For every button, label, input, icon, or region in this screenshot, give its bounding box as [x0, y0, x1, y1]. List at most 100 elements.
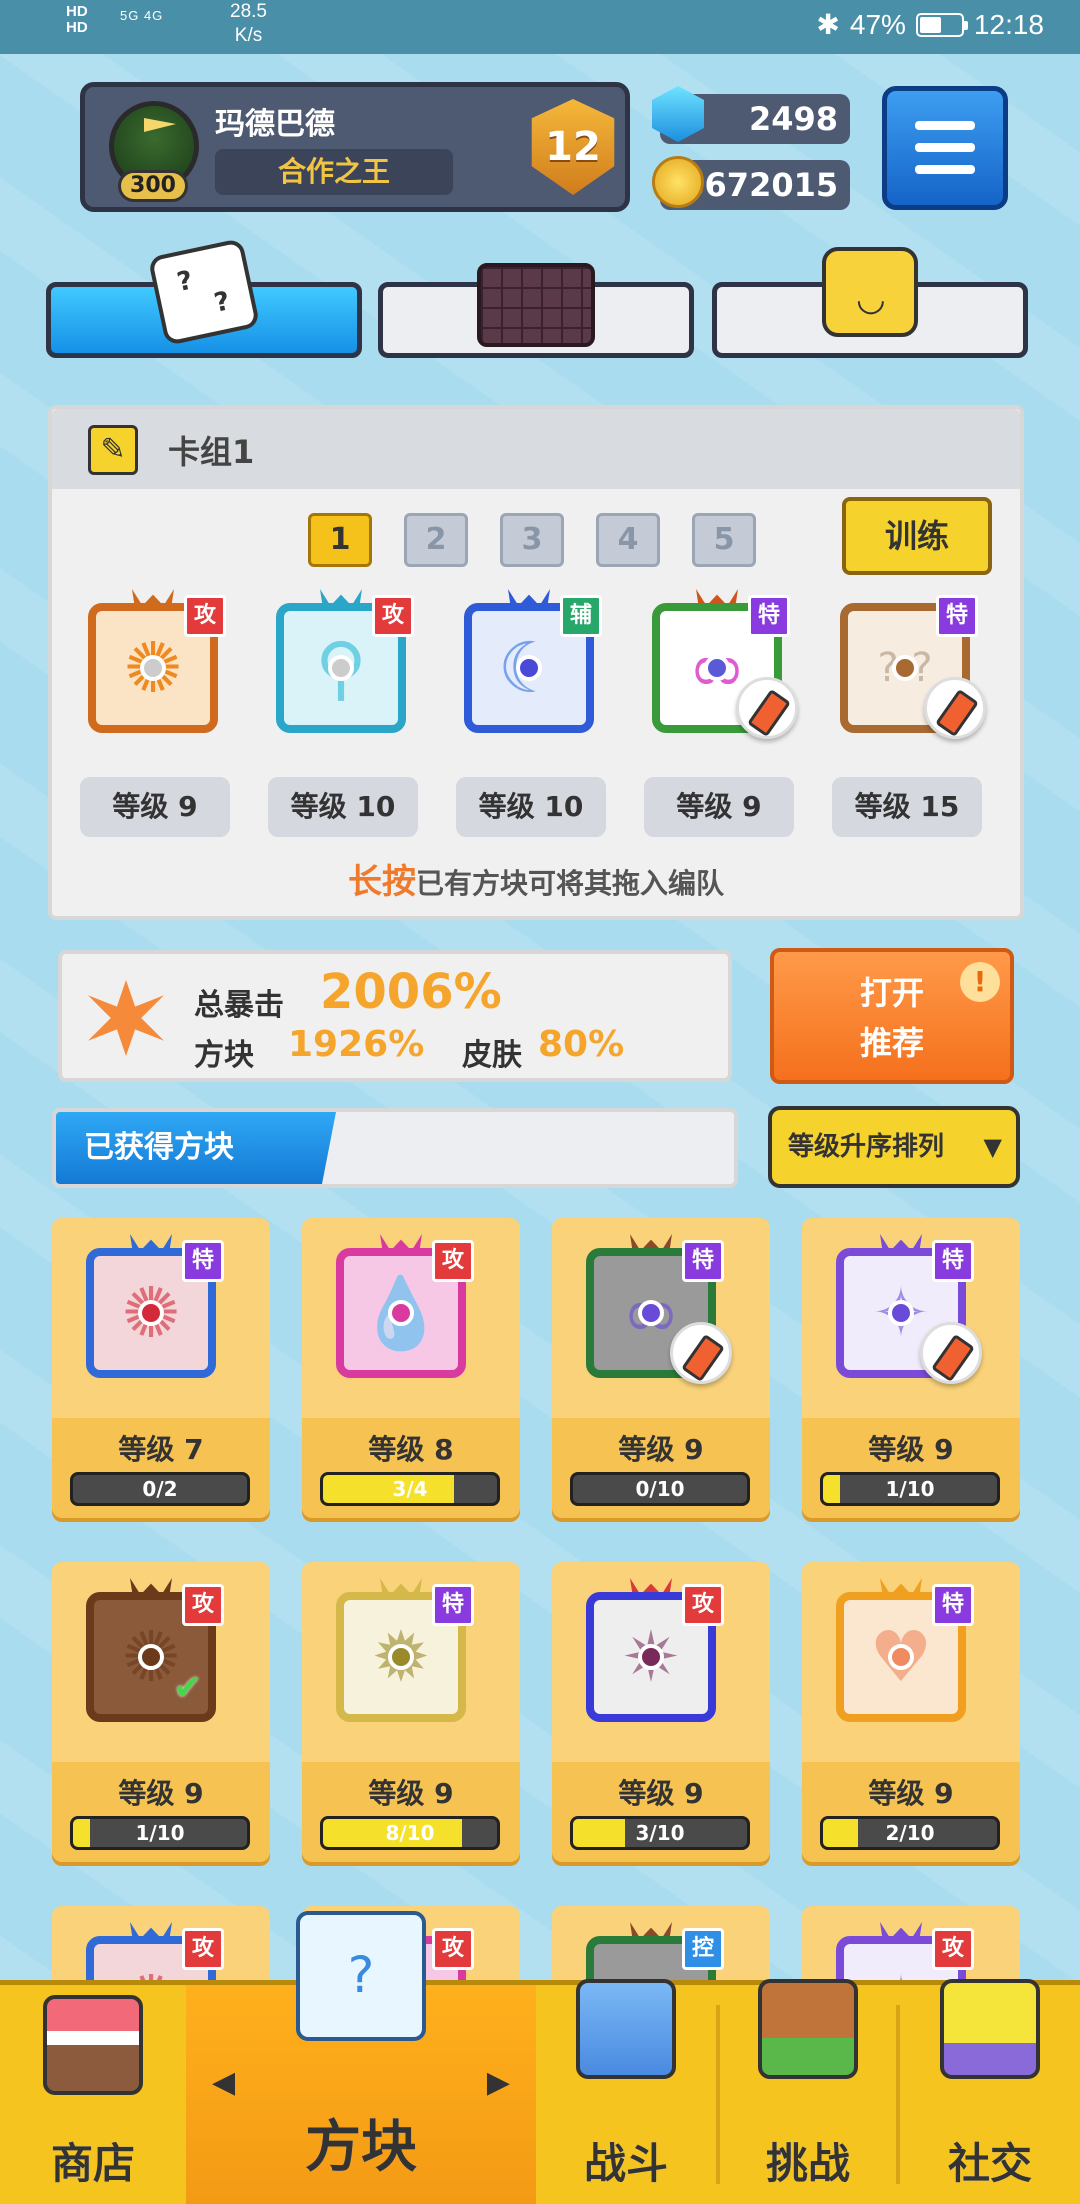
block-card[interactable]: ✷攻等级 9 3/10 — [552, 1562, 770, 1862]
nav-shop[interactable]: 商店 — [0, 1985, 186, 2204]
block-level: 等级 7 — [118, 1433, 204, 1466]
nav-social[interactable]: 社交 — [900, 1979, 1080, 2204]
type-tag: 特 — [932, 1584, 974, 1626]
battery-icon — [915, 12, 968, 37]
block-progress-text: 2/10 — [885, 1821, 935, 1845]
nav-blocks-label: 方块 — [305, 2115, 417, 2180]
nav-social-label: 社交 — [947, 2139, 1032, 2188]
battery-percent: 47% — [849, 8, 906, 40]
block-card[interactable]: ✺✔攻等级 91/10 — [52, 1562, 270, 1862]
network-indicator: 5G 4G — [120, 8, 164, 23]
block-progress-text: 1/10 — [885, 1477, 935, 1501]
tab-blocks[interactable] — [46, 238, 362, 358]
type-tag: 攻 — [432, 1240, 474, 1282]
type-tag: 控 — [682, 1928, 724, 1970]
block-card[interactable]: ∞✔特等级 9 0/10 — [552, 1218, 770, 1518]
type-tag: 攻 — [432, 1928, 474, 1970]
type-tag: 攻 — [182, 1928, 224, 1970]
battle-icon — [576, 1979, 676, 2079]
type-tag: 攻 — [932, 1928, 974, 1970]
block-tile: ✺✔攻 — [76, 1578, 226, 1728]
block-card[interactable]: 💧攻等级 8 3/4 — [302, 1218, 520, 1518]
block-tile: ✹特 — [326, 1578, 476, 1728]
check-icon: ✔ — [173, 1668, 203, 1708]
block-progress-text: 3/4 — [392, 1477, 428, 1501]
status-bar: HD HD 5G 4G 28.5 K/s ✱ 47% 12:18 — [0, 0, 1080, 54]
block-progress-bar: 0/10 — [570, 1472, 750, 1506]
coin-icon — [652, 156, 704, 208]
player-profile[interactable]: 300 玛德巴德 合作之王 12 — [80, 82, 630, 212]
remove-icon[interactable] — [924, 677, 986, 739]
block-level: 等级 8 — [368, 1433, 454, 1466]
deck-card-level: 等级 9 — [80, 777, 230, 837]
crit-panel: 总暴击 2006% 方块 1926% 皮肤 80% — [58, 950, 732, 1082]
shop-icon — [43, 1995, 143, 2095]
type-tag: 特 — [932, 1240, 974, 1282]
block-card[interactable]: ✺特等级 7 0/2 — [52, 1218, 270, 1518]
avatar[interactable]: 300 — [109, 101, 199, 202]
block-tile: ✷攻 — [576, 1578, 726, 1728]
block-progress-text: 1/10 — [135, 1821, 185, 1845]
sort-label: 等级升序排列 — [788, 1132, 945, 1162]
emoji-icon — [822, 247, 918, 337]
deck-page-2[interactable]: 2 — [404, 513, 468, 567]
menu-button[interactable] — [882, 86, 1008, 210]
social-icon — [940, 1979, 1040, 2079]
skin-crit-value: 80% — [538, 1024, 625, 1065]
nav-blocks[interactable]: ◀ ? ▶ 方块 — [186, 1911, 536, 2204]
deck-page-5[interactable]: 5 — [692, 513, 756, 567]
deck-card-3[interactable]: ☾ 辅 — [454, 589, 604, 739]
rank-badge[interactable]: 12 — [531, 99, 615, 195]
nav-right-arrow-icon[interactable]: ▶ — [487, 2065, 510, 2100]
nav-left-arrow-icon[interactable]: ◀ — [212, 2065, 235, 2100]
deck-card-level: 等级 15 — [832, 777, 982, 837]
block-card[interactable]: ✹特等级 9 8/10 — [302, 1562, 520, 1862]
alert-icon: ! — [960, 962, 1000, 1002]
block-progress-bar: 3/4 — [320, 1472, 500, 1506]
type-tag: 特 — [182, 1240, 224, 1282]
nav-battle[interactable]: 战斗 — [536, 1979, 716, 2204]
deck-page-3[interactable]: 3 — [500, 513, 564, 567]
deck-panel: ✎ 卡组1 1 2 3 4 5 训练 ✺ 攻 ⚲ 攻 ☾ 辅 ∞ 特 ? ? 特… — [48, 405, 1024, 920]
dice-icon — [147, 238, 261, 346]
type-tag: 特 — [748, 595, 790, 637]
remove-icon[interactable] — [736, 677, 798, 739]
type-tag: 特 — [432, 1584, 474, 1626]
deck-page-4[interactable]: 4 — [596, 513, 660, 567]
bottom-nav: 商店 ◀ ? ▶ 方块 战斗 挑战 社交 — [0, 1911, 1080, 2204]
remove-icon[interactable] — [920, 1322, 982, 1384]
deck-card-4[interactable]: ∞ 特 — [642, 589, 798, 739]
block-progress-bar: 1/10 — [70, 1816, 250, 1850]
nav-battle-label: 战斗 — [583, 2139, 668, 2188]
train-button[interactable]: 训练 — [842, 497, 992, 575]
status-right: ✱ 47% 12:18 — [816, 8, 1044, 41]
block-tile: ∞✔特 — [576, 1234, 732, 1384]
deck-card-1[interactable]: ✺ 攻 — [78, 589, 228, 739]
block-level: 等级 9 — [618, 1777, 704, 1810]
challenge-icon — [758, 1979, 858, 2079]
block-card[interactable]: ✧特等级 9 1/10 — [802, 1218, 1020, 1518]
sort-dropdown[interactable]: 等级升序排列 ▼ — [768, 1106, 1020, 1188]
open-recommend-button[interactable]: 打开 推荐 ! — [770, 948, 1014, 1084]
block-level: 等级 9 — [368, 1777, 454, 1810]
deck-page-1[interactable]: 1 — [308, 513, 372, 567]
block-tile: 💧攻 — [326, 1234, 476, 1384]
obtained-blocks-bar: 已获得方块 — [52, 1108, 738, 1188]
deck-card-2[interactable]: ⚲ 攻 — [266, 589, 416, 739]
deck-card-5[interactable]: ? ? 特 — [830, 589, 986, 739]
player-name: 玛德巴德 — [215, 107, 335, 142]
deck-card-level: 等级 10 — [456, 777, 606, 837]
block-card[interactable]: ♥特等级 9 2/10 — [802, 1562, 1020, 1862]
edit-icon[interactable]: ✎ — [88, 425, 138, 475]
tab-emoji[interactable] — [712, 247, 1028, 358]
deck-header: ✎ 卡组1 — [52, 409, 1020, 489]
remove-icon[interactable] — [670, 1322, 732, 1384]
type-tag: 攻 — [372, 595, 414, 637]
type-tag: 攻 — [182, 1584, 224, 1626]
block-progress-bar: 0/2 — [70, 1472, 250, 1506]
tab-board[interactable] — [378, 263, 694, 358]
block-crit-value: 1926% — [288, 1024, 425, 1065]
block-progress-bar: 2/10 — [820, 1816, 1000, 1850]
nav-challenge[interactable]: 挑战 — [720, 1979, 896, 2204]
block-level: 等级 9 — [618, 1433, 704, 1466]
